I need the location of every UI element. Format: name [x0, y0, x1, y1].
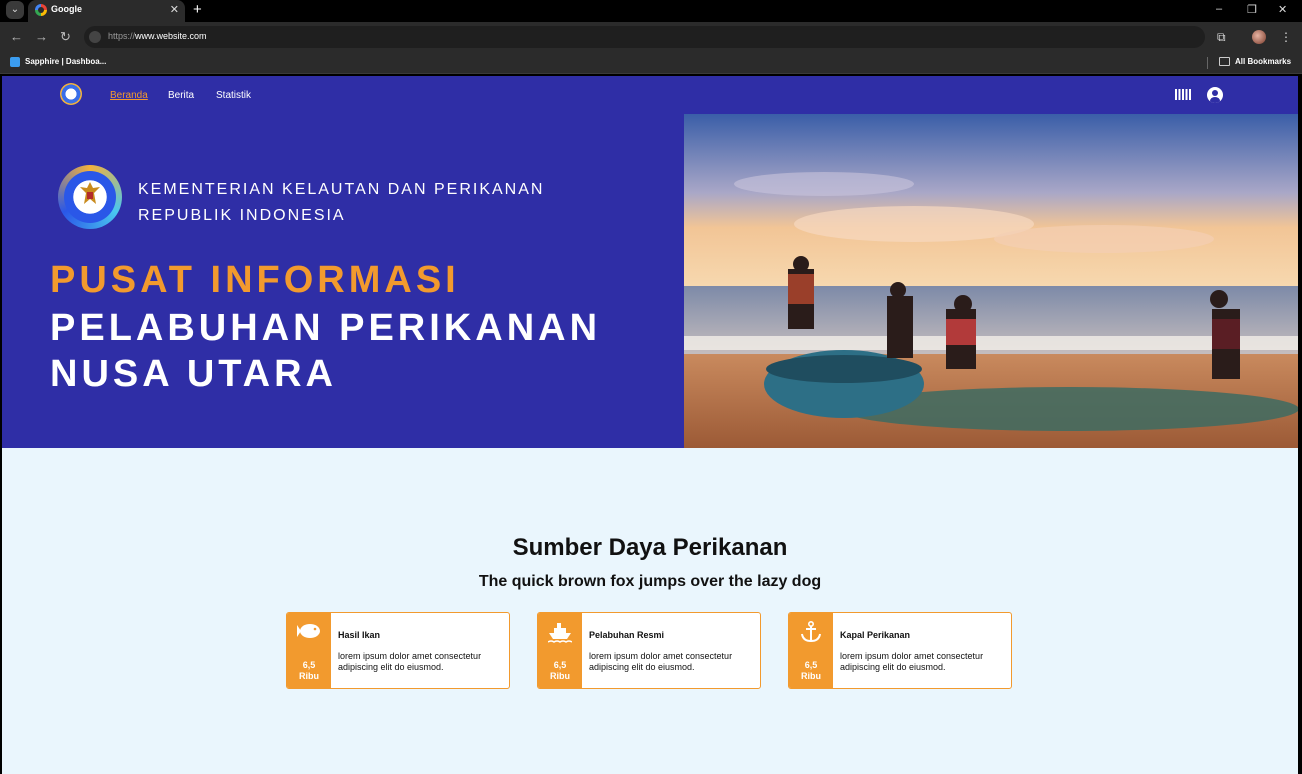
card-count: 6,5	[302, 660, 316, 670]
folder-icon	[1219, 57, 1230, 66]
sapphire-bookmark-icon	[10, 57, 20, 67]
card-description: lorem ipsum dolor amet consectetur adipi…	[589, 651, 733, 672]
user-icon[interactable]	[1207, 87, 1223, 103]
card-unit: Ribu	[299, 671, 319, 681]
card-count: 6,5	[553, 660, 567, 670]
card-unit: Ribu	[550, 671, 570, 681]
barcode-icon[interactable]	[1175, 89, 1192, 100]
extensions-icon[interactable]: ⧉	[1217, 30, 1226, 45]
card-description: lorem ipsum dolor amet consectetur adipi…	[840, 651, 984, 672]
card-title: Hasil Ikan	[338, 630, 381, 640]
ministry-line-2: REPUBLIK INDONESIA	[138, 207, 346, 224]
google-favicon-icon	[35, 4, 47, 16]
minimize-icon[interactable]: –	[1216, 3, 1222, 15]
browser-tab-bar: ⌄ Google ✕ + – ❐ ✕	[0, 0, 1302, 22]
tab-menu-icon[interactable]: ⌄	[6, 1, 24, 19]
ship-icon	[548, 623, 572, 643]
fish-icon	[297, 624, 320, 638]
fishermen-photo	[684, 114, 1298, 448]
bookmarks-bar: Sapphire | Dashboa... All Bookmarks	[0, 52, 1302, 74]
garuda-logo-icon[interactable]	[60, 83, 82, 105]
nav-berita[interactable]: Berita	[168, 90, 194, 101]
hero-headline-line-3: NUSA UTARA	[50, 353, 337, 395]
hero-headline: PELABUHAN PERIKANAN NUSA UTARA	[50, 305, 601, 397]
back-icon[interactable]: ←	[10, 29, 23, 44]
page-viewport: Beranda Berita Statistik KEMENTERIAN KEL…	[2, 76, 1298, 774]
card-unit: Ribu	[801, 671, 821, 681]
site-info-icon[interactable]	[89, 31, 101, 43]
bookmark-divider	[1207, 57, 1208, 69]
new-tab-icon[interactable]: +	[193, 1, 202, 18]
anchor-icon	[801, 621, 821, 643]
ministry-line-1: KEMENTERIAN KELAUTAN DAN PERIKANAN	[138, 181, 545, 198]
close-window-icon[interactable]: ✕	[1278, 3, 1287, 16]
site-header: Beranda Berita Statistik	[2, 76, 1298, 114]
stat-card-kapal-perikanan[interactable]: 6,5 Ribu Kapal Perikanan lorem ipsum dol…	[788, 612, 1012, 689]
hero-headline-line-2: PELABUHAN PERIKANAN	[50, 307, 602, 349]
section-subtitle: The quick brown fox jumps over the lazy …	[478, 573, 822, 590]
address-bar[interactable]: https://www.website.com	[84, 26, 1205, 48]
card-stat-panel: 6,5 Ribu	[287, 613, 331, 688]
card-description: lorem ipsum dolor amet consectetur adipi…	[338, 651, 482, 672]
reload-icon[interactable]: ↻	[60, 29, 71, 45]
stat-card-hasil-ikan[interactable]: 6,5 Ribu Hasil Ikan lorem ipsum dolor am…	[286, 612, 510, 689]
stat-card-pelabuhan-resmi[interactable]: 6,5 Ribu Pelabuhan Resmi lorem ipsum dol…	[537, 612, 761, 689]
forward-icon[interactable]: →	[35, 29, 48, 44]
profile-icon[interactable]	[1252, 30, 1266, 44]
ministry-name: KEMENTERIAN KELAUTAN DAN PERIKANAN REPUB…	[138, 177, 544, 229]
browser-tab[interactable]: Google ✕	[28, 0, 185, 22]
card-stat-panel: 6,5 Ribu	[538, 613, 582, 688]
tab-close-icon[interactable]: ✕	[170, 3, 179, 16]
card-title: Kapal Perikanan	[840, 630, 911, 640]
nav-beranda[interactable]: Beranda	[110, 90, 148, 101]
card-stat-panel: 6,5 Ribu	[789, 613, 833, 688]
kebab-menu-icon[interactable]: ⋮	[1280, 30, 1292, 44]
hero-headline-accent: PUSAT INFORMASI	[50, 259, 460, 301]
card-count: 6,5	[804, 660, 818, 670]
browser-toolbar: ← → ↻ https://www.website.com ⧉ ⋮	[0, 22, 1302, 52]
card-title: Pelabuhan Resmi	[589, 630, 665, 640]
hero-banner: KEMENTERIAN KELAUTAN DAN PERIKANAN REPUB…	[2, 114, 1298, 448]
bookmark-sapphire[interactable]: Sapphire | Dashboa...	[25, 57, 106, 66]
restore-icon[interactable]: ❐	[1247, 3, 1257, 16]
url-text: https://www.website.com	[108, 31, 207, 41]
tab-title: Google	[51, 4, 82, 14]
all-bookmarks-link[interactable]: All Bookmarks	[1235, 57, 1291, 66]
section-title: Sumber Daya Perikanan	[512, 534, 788, 561]
garuda-icon	[80, 182, 100, 204]
nav-statistik[interactable]: Statistik	[216, 90, 251, 101]
